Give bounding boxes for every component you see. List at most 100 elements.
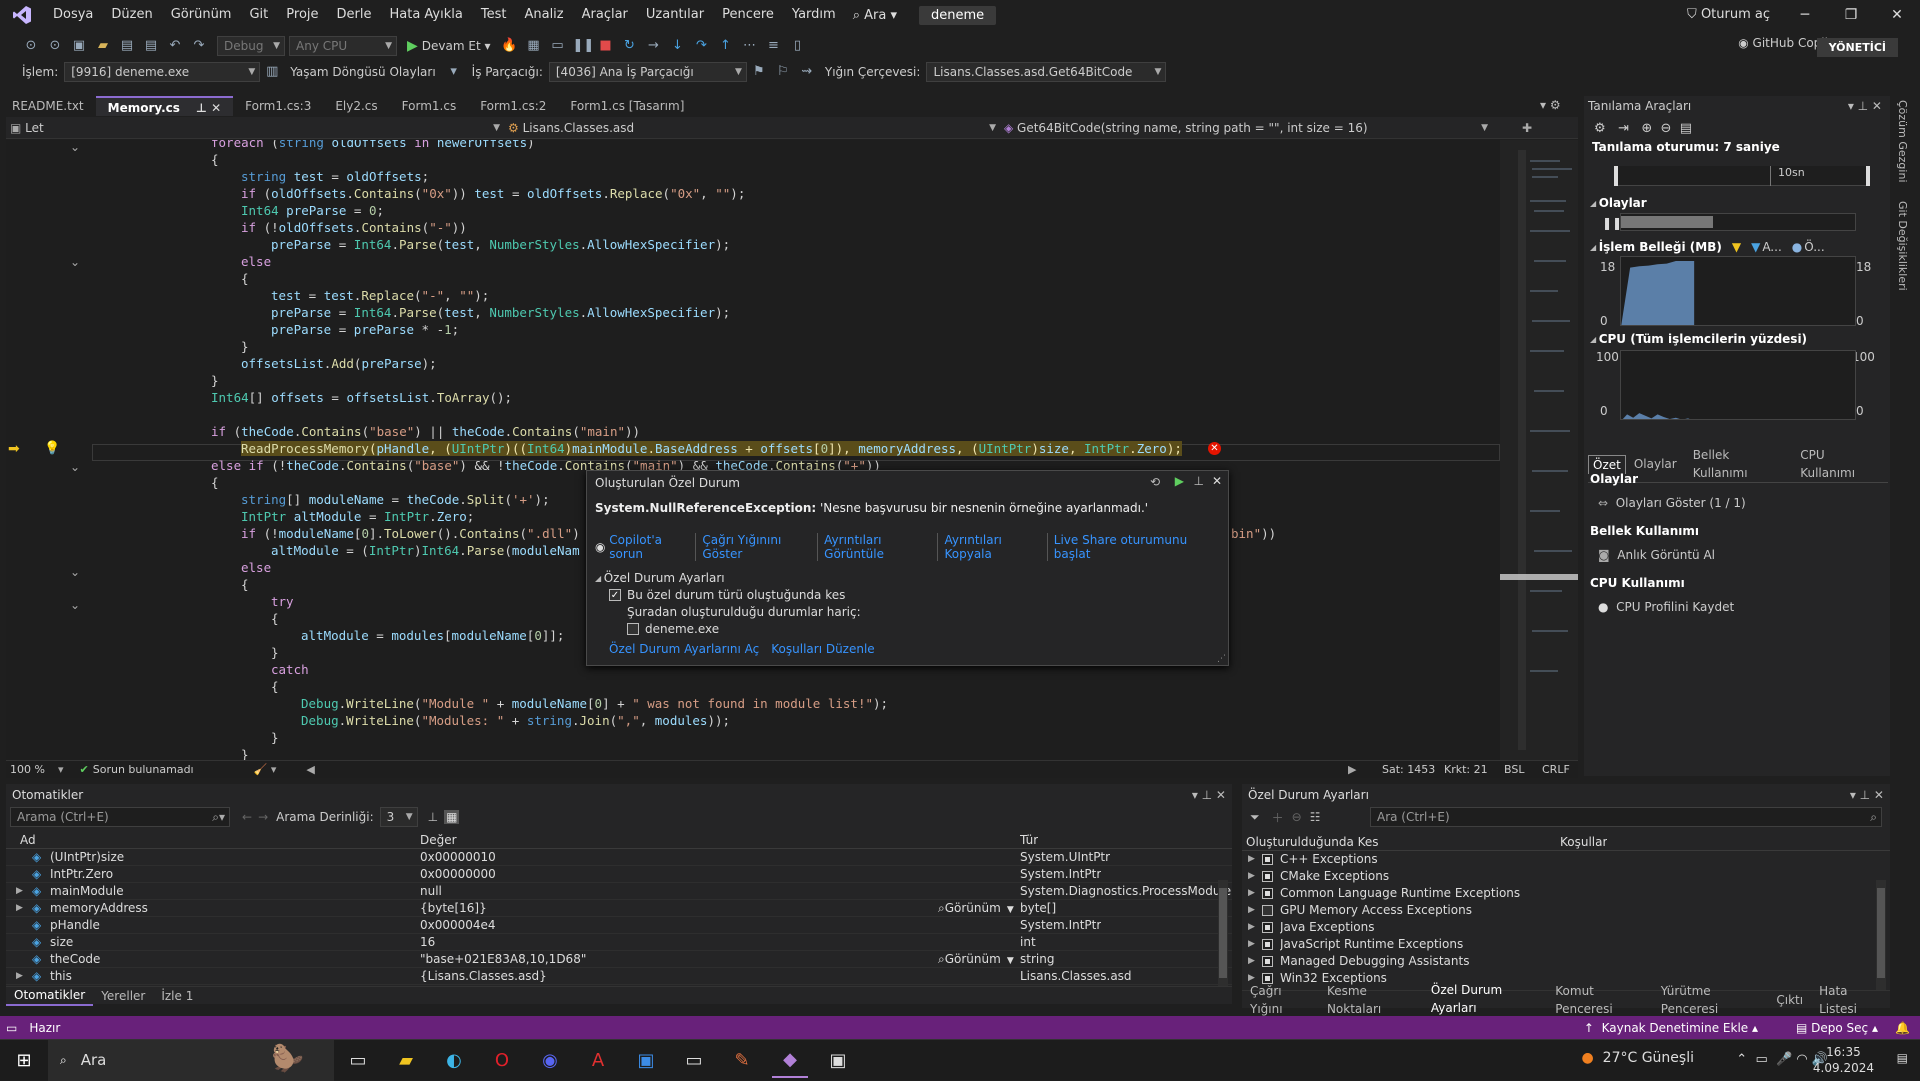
minimize-button[interactable]: ─ (1782, 0, 1828, 30)
forward-icon[interactable]: ⊙ (46, 37, 64, 55)
search-depth-select[interactable]: 3 ▼ (379, 807, 418, 827)
settings-icon[interactable]: ⚙ (1594, 121, 1606, 136)
table-row[interactable]: ▶ Java Exceptions (1242, 919, 1890, 936)
comment-icon[interactable]: ≡ (765, 37, 783, 55)
menu-item[interactable]: Yardım (783, 0, 845, 30)
platform-select[interactable]: Any CPU ▼ (289, 36, 397, 56)
new-item-icon[interactable]: ▣ (70, 37, 88, 55)
diag-tab[interactable]: Özet (1588, 454, 1626, 474)
col-break[interactable]: Oluşturulduğunda Kes (1246, 834, 1379, 851)
weather-widget[interactable]: ● 27°C Güneşli (1582, 1050, 1694, 1066)
menu-item[interactable]: Git (240, 0, 277, 30)
show-events-link[interactable]: ⇔ Olayları Göster (1 / 1) (1598, 496, 1746, 510)
expand-arrow-icon[interactable]: ▶ (1248, 885, 1255, 902)
fold-icon[interactable]: ⌄ (70, 460, 80, 474)
clock[interactable]: 16:35 4.09.2024 (1813, 1044, 1874, 1076)
pause-icon[interactable]: ❚❚ (573, 37, 595, 55)
autos-tab[interactable]: Otomatikler (6, 986, 94, 1006)
solution-explorer-tab[interactable]: Çözüm Gezgini (1896, 100, 1909, 183)
terminal-icon[interactable]: ▭ (676, 1042, 712, 1078)
cpu-section-header[interactable]: ◢ CPU (Tüm işlemcilerin yüzdesi) (1590, 332, 1807, 346)
history-icon[interactable]: ⟲ (1150, 475, 1160, 489)
diag-tab[interactable]: Bellek Kullanımı (1685, 446, 1793, 482)
edit-conditions-icon[interactable]: ☷ (1310, 810, 1321, 824)
table-row[interactable]: ▶ JavaScript Runtime Exceptions (1242, 936, 1890, 953)
reset-view-icon[interactable]: ▤ (1680, 121, 1692, 136)
close-icon[interactable]: ✕ (1212, 474, 1222, 488)
document-tab[interactable]: README.txt (0, 96, 96, 116)
view-details-link[interactable]: Ayrıntıları Görüntüle (824, 533, 939, 561)
save-all-icon[interactable]: ▤ (142, 37, 160, 55)
exception-settings-section[interactable]: ◢ Özel Durum Ayarları (595, 571, 1220, 585)
document-tab[interactable]: Form1.cs [Tasarım] (558, 96, 696, 116)
table-row[interactable]: ◈ size 16 int (6, 934, 1232, 951)
variable-value[interactable]: 0x00000010 (420, 849, 496, 866)
menu-item[interactable]: Görünüm (162, 0, 241, 30)
fold-icon[interactable]: ⌄ (70, 140, 80, 154)
expand-arrow-icon[interactable]: ▶ (16, 968, 23, 985)
menu-item[interactable]: Araçlar (573, 0, 637, 30)
expand-arrow-icon[interactable]: ▶ (16, 900, 23, 917)
view-icon[interactable]: ▦ (444, 810, 460, 824)
zoom-in-icon[interactable]: ⊕ (1641, 121, 1652, 136)
debug-window-tab[interactable]: Çıktı (1768, 991, 1811, 1009)
table-row[interactable]: ▶ ◈ this {Lisans.Classes.asd} Lisans.Classes… (6, 968, 1232, 985)
thread-select[interactable]: [4036] Ana İş Parçacığı ▼ (548, 62, 747, 82)
timeline-ruler[interactable]: 10sn (1614, 166, 1870, 186)
document-tab[interactable]: Form1.cs:3 (233, 96, 323, 116)
resize-grip-icon[interactable]: ⋰ (1217, 654, 1226, 664)
select-repository-button[interactable]: ▤ Depo Seç ▴ (1796, 1021, 1878, 1035)
exception-search-input[interactable]: Ara (Ctrl+E) ⌕ (1370, 807, 1882, 827)
project-dropdown[interactable]: ▣ Let ▼ (6, 121, 504, 135)
variable-value[interactable]: 16 (420, 934, 435, 951)
variable-value[interactable]: {byte[16]} (420, 900, 487, 917)
save-icon[interactable]: ▤ (118, 37, 136, 55)
member-dropdown[interactable]: ◈ Get64BitCode(string name, string path … (1000, 121, 1492, 135)
panel-controls-icon[interactable]: ▾ ⊥ ✕ (1192, 784, 1226, 806)
remove-icon[interactable]: ⊖ (1292, 810, 1302, 824)
undo-icon[interactable]: ↶ (166, 37, 184, 55)
notifications-bell-icon[interactable]: 🔔 (1895, 1021, 1910, 1035)
code-minimap[interactable] (1500, 140, 1578, 760)
code-cleanup-icon[interactable]: 🧹 ▾ (254, 763, 277, 776)
document-tab[interactable]: Form1.cs:2 (468, 96, 558, 116)
exception-checkbox[interactable] (1262, 956, 1273, 967)
debug-window-tab[interactable]: Komut Penceresi (1547, 982, 1653, 1018)
notification-icon[interactable]: ▭ (6, 1021, 17, 1035)
expand-arrow-icon[interactable]: ▶ (1248, 902, 1255, 919)
take-snapshot-link[interactable]: ◙ Anlık Görüntü Al (1598, 548, 1715, 562)
memory-graph[interactable] (1620, 256, 1856, 326)
bookmark-icon[interactable]: ▯ (789, 37, 807, 55)
table-row[interactable]: ▶ ◈ memoryAddress {byte[16]} ⌕Görünüm ▼ byte[] (6, 900, 1232, 917)
debug-window-tab[interactable]: Çağrı Yığını (1242, 982, 1319, 1018)
layout-icon[interactable]: ▭ (549, 37, 567, 55)
file-explorer-icon[interactable]: ▰ (388, 1042, 424, 1078)
debug-window-tab[interactable]: Hata Listesi (1811, 982, 1890, 1018)
breakpoint-icon[interactable]: ⋯ (741, 37, 759, 55)
git-changes-tab[interactable]: Git Değişiklikleri (1896, 201, 1909, 291)
fold-icon[interactable]: ⌄ (70, 598, 80, 612)
filter-icon[interactable]: ⏷ (1250, 810, 1260, 825)
fold-icon[interactable]: ⌄ (70, 565, 80, 579)
cpu-graph[interactable] (1620, 350, 1856, 420)
autos-search-input[interactable]: Arama (Ctrl+E) ⌕▾ (10, 807, 230, 827)
store-icon[interactable]: ▣ (628, 1042, 664, 1078)
show-call-stack-link[interactable]: Çağrı Yığınını Göster (702, 533, 819, 561)
panel-controls-icon[interactable]: ▾ ⊥ ✕ (1848, 99, 1882, 113)
close-window-button[interactable]: ✕ (1874, 0, 1920, 30)
acrobat-icon[interactable]: A (580, 1042, 616, 1078)
hot-reload-icon[interactable]: 🔥 (501, 37, 519, 55)
events-section-header[interactable]: ◢ Olaylar (1590, 196, 1647, 210)
step-over-icon[interactable]: ↷ (693, 37, 711, 55)
ask-copilot-link[interactable]: Copilot'a sorun (609, 533, 697, 561)
process-select[interactable]: [9916] deneme.exe ▼ (64, 62, 261, 82)
expand-arrow-icon[interactable]: ▶ (1248, 851, 1255, 868)
expand-arrow-icon[interactable]: ▶ (1248, 868, 1255, 885)
autos-tab[interactable]: İzle 1 (153, 987, 201, 1005)
menu-item[interactable]: Proje (277, 0, 327, 30)
scroll-right-icon[interactable]: ▶ (1348, 763, 1356, 776)
line-ending[interactable]: CRLF (1542, 763, 1570, 776)
variable-value[interactable]: 0x00000000 (420, 866, 496, 883)
edge-icon[interactable]: ◐ (436, 1042, 472, 1078)
exception-checkbox[interactable] (1262, 854, 1273, 865)
